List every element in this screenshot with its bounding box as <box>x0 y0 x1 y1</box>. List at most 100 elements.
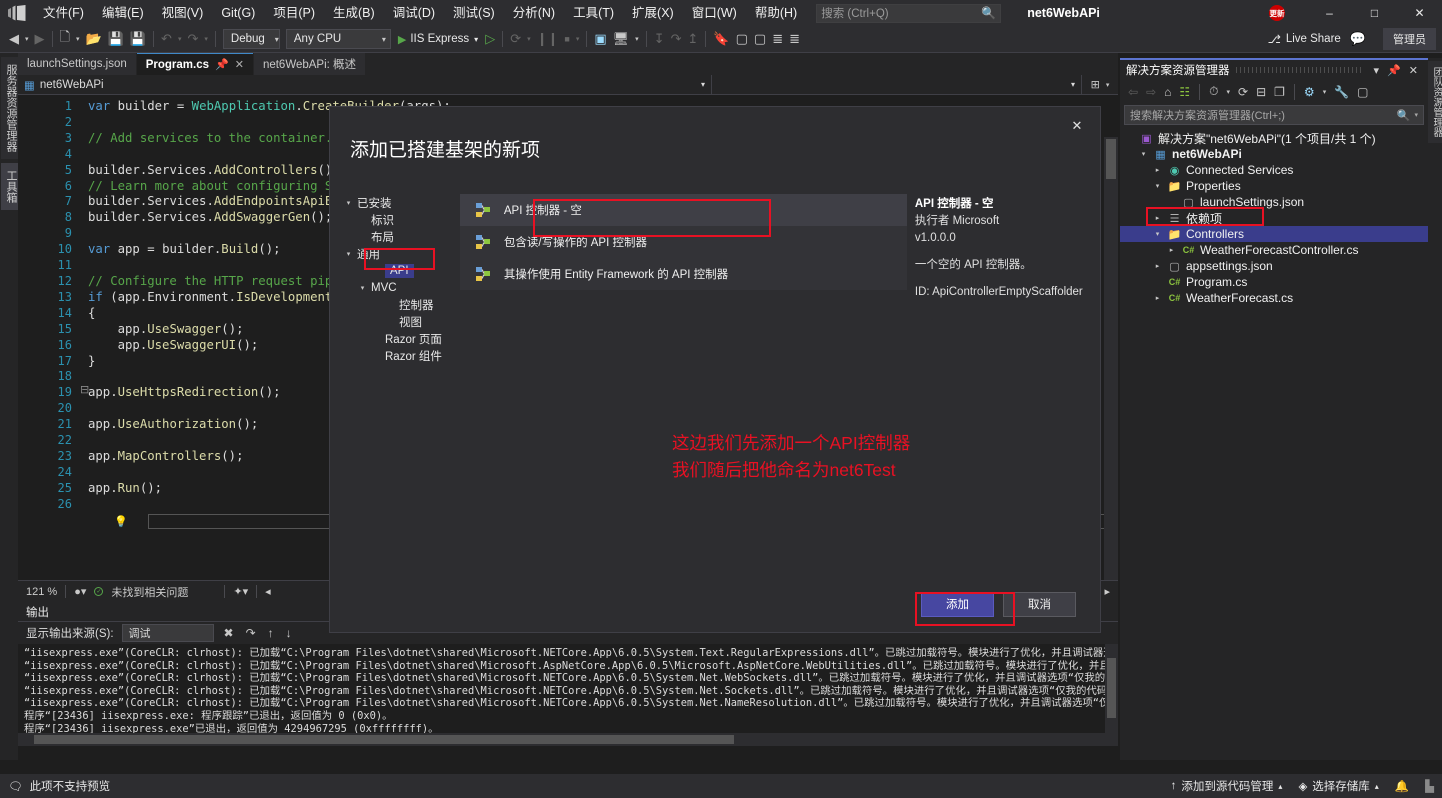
editor-tab-overview[interactable]: net6WebAPi: 概述 <box>253 53 366 75</box>
expander-icon[interactable]: ▾ <box>1138 150 1149 158</box>
split-editor-icon[interactable]: ⊞ <box>1091 78 1100 91</box>
tree-node-controllers[interactable]: ▾ 📁 Controllers <box>1120 226 1428 242</box>
expander-icon[interactable]: ▾ <box>344 250 353 258</box>
home-icon[interactable]: ⌂ <box>1161 84 1174 100</box>
close-button[interactable]: ✕ <box>1397 0 1442 26</box>
scrollbar-thumb[interactable] <box>1107 658 1116 718</box>
pin-icon[interactable]: 📌 <box>215 58 229 71</box>
platform-selector[interactable]: Any CPU ▾ <box>285 29 391 49</box>
sidebar-tab-team-explorer[interactable]: 团队资源管理器 <box>1428 61 1442 143</box>
tree-node-weatherforecastcontroller-cs[interactable]: ▸ C# WeatherForecastController.cs <box>1120 242 1428 258</box>
expander-icon[interactable]: ▸ <box>1152 214 1163 222</box>
editor-tab-launchsettings[interactable]: launchSettings.json <box>18 53 136 75</box>
go-to-next-message-icon[interactable]: ↓ <box>284 626 294 640</box>
split-dropdown-icon[interactable]: ▾ <box>1106 81 1110 89</box>
scaffold-template-list[interactable]: API 控制器 - 空包含读/写操作的 API 控制器 其操作使用 Entity … <box>459 194 907 290</box>
dialog-category--[interactable]: 视图 <box>344 313 442 330</box>
dialog-category-razor-[interactable]: Razor 组件 <box>344 347 442 364</box>
expander-icon[interactable]: ▸ <box>1166 246 1177 254</box>
zoom-level[interactable]: 121 % <box>26 586 57 598</box>
search-input[interactable]: 搜索 (Ctrl+Q) 🔍 <box>816 3 1002 23</box>
tree-node-launchsettings-json[interactable]: ▢ launchSettings.json <box>1120 194 1428 210</box>
go-to-message-icon[interactable]: ↑ <box>266 626 276 640</box>
tree-node-program-cs[interactable]: C# Program.cs <box>1120 274 1428 290</box>
fold-icon[interactable]: ⊟ <box>80 383 89 396</box>
collapse-all-icon[interactable]: ⊟ <box>1253 84 1269 100</box>
issues-nav-icon[interactable]: ●▾ <box>74 585 86 598</box>
solution-explorer-search[interactable]: 搜索解决方案资源管理器(Ctrl+;) 🔍 ▾ <box>1124 105 1424 125</box>
view-code-dropdown-icon[interactable]: ▾ <box>1320 87 1330 97</box>
scrollbar-thumb[interactable] <box>34 735 734 744</box>
expander-icon[interactable]: ▸ <box>1152 262 1163 270</box>
expander-icon[interactable]: ▸ <box>1152 294 1163 302</box>
editor-vertical-scrollbar[interactable]: ▾ <box>1104 137 1118 580</box>
panel-menu-icon[interactable]: ▾ <box>1370 64 1384 77</box>
dialog-category-api[interactable]: API <box>344 262 442 279</box>
solution-tree[interactable]: ▣ 解决方案"net6WebAPi"(1 个项目/共 1 个) ▾ ▦ net6WebA… <box>1120 127 1428 306</box>
output-text[interactable]: “iisexpress.exe”(CoreCLR: clrhost): 已加载“… <box>18 644 1118 744</box>
dialog-category--[interactable]: 布局 <box>344 228 442 245</box>
back-navigate-icon[interactable]: ◀ <box>6 28 22 50</box>
menu-item-test[interactable]: 测试(S) <box>444 1 504 25</box>
menu-item-analyze[interactable]: 分析(N) <box>504 1 564 25</box>
tree-node--[interactable]: ▸ ☰ 依赖项 <box>1120 210 1428 226</box>
dialog-category--[interactable]: ▾ 通用 <box>344 245 442 262</box>
select-repository-button[interactable]: ◈ 选择存储库 ▴ <box>1298 778 1378 794</box>
back-dropdown-icon[interactable]: ▾ <box>22 28 32 50</box>
view-code-icon[interactable]: ⚙ <box>1301 84 1318 100</box>
filter-dropdown-icon[interactable]: ▾ <box>1224 87 1234 97</box>
menu-item-project[interactable]: 项目(P) <box>264 1 324 25</box>
device-dropdown-icon[interactable]: ▾ <box>632 28 642 50</box>
notifications-button[interactable]: 🔔 <box>1395 779 1409 793</box>
output-source-selector[interactable]: 调试 <box>121 624 214 642</box>
new-project-icon[interactable]: 🗋 <box>57 28 73 50</box>
open-file-icon[interactable]: 📂 <box>82 28 104 50</box>
dialog-close-button[interactable]: ✕ <box>1064 115 1090 137</box>
cancel-button[interactable]: 取消 <box>1003 591 1076 617</box>
refresh-icon[interactable]: ⟳ <box>1235 84 1251 100</box>
uncomment-icon[interactable]: ▢ <box>751 28 769 50</box>
breakpoint-gutter[interactable] <box>18 95 36 580</box>
scaffold-template-item[interactable]: 包含读/写操作的 API 控制器 <box>460 226 907 258</box>
member-selector[interactable]: ▾ <box>712 74 1082 95</box>
menu-item-tools[interactable]: 工具(T) <box>564 1 623 25</box>
update-notification-badge[interactable]: 更新 <box>1269 5 1285 21</box>
dialog-category-razor-[interactable]: Razor 页面 <box>344 330 442 347</box>
editor-tab-program-cs[interactable]: Program.cs 📌 ✕ <box>136 53 253 75</box>
solution-view-icon[interactable]: ☷ <box>1176 84 1193 100</box>
menu-item-window[interactable]: 窗口(W) <box>683 1 746 25</box>
clear-output-icon[interactable]: ✖ <box>222 626 236 640</box>
expander-icon[interactable]: ▾ <box>358 284 367 292</box>
feedback-icon[interactable]: 💬 <box>1347 28 1369 50</box>
output-vertical-scrollbar[interactable] <box>1105 644 1118 744</box>
chevron-down-icon[interactable]: ▾ <box>1414 111 1418 119</box>
live-share-button[interactable]: ⎇ Live Share <box>1262 32 1347 46</box>
menu-item-help[interactable]: 帮助(H) <box>746 1 806 25</box>
minimize-button[interactable]: – <box>1307 0 1352 26</box>
show-all-files-icon[interactable]: ❐ <box>1271 84 1288 100</box>
menu-item-edit[interactable]: 编辑(E) <box>93 1 153 25</box>
add-to-source-control-button[interactable]: ↑ 添加到源代码管理 ▴ <box>1171 778 1283 794</box>
expander-icon[interactable]: ▾ <box>1152 182 1163 190</box>
tree-node-properties[interactable]: ▾ 📁 Properties <box>1120 178 1428 194</box>
device-icon[interactable]: 🖥 <box>610 28 633 50</box>
indent-icon[interactable]: ≣ <box>769 28 786 50</box>
tree-node-connected-services[interactable]: ▸ ◉ Connected Services <box>1120 162 1428 178</box>
tree-node--net6webapi-1-1-[interactable]: ▣ 解决方案"net6WebAPi"(1 个项目/共 1 个) <box>1120 130 1428 146</box>
lightbulb-icon[interactable]: 💡 <box>114 515 128 528</box>
bookmark-icon[interactable]: 🔖 <box>710 28 732 50</box>
close-icon[interactable]: ✕ <box>1405 64 1422 77</box>
dialog-category--[interactable]: 标识 <box>344 211 442 228</box>
tree-node-net6webapi[interactable]: ▾ ▦ net6WebAPi <box>1120 146 1428 162</box>
pending-changes-filter-icon[interactable]: ⏱ <box>1206 83 1221 100</box>
configuration-selector[interactable]: Debug ▾ <box>222 29 280 49</box>
resize-grip-icon[interactable]: ▙ <box>1425 779 1434 793</box>
output-horizontal-scrollbar[interactable] <box>18 733 1118 746</box>
drag-handle[interactable] <box>1235 67 1364 73</box>
scaffold-template-item[interactable]: API 控制器 - 空 <box>459 194 907 226</box>
close-icon[interactable]: ✕ <box>235 58 244 71</box>
scaffold-template-item[interactable]: 其操作使用 Entity Framework 的 API 控制器 <box>460 258 907 290</box>
expander-icon[interactable]: ▾ <box>1152 230 1163 238</box>
expander-icon[interactable]: ▾ <box>344 199 353 207</box>
new-project-dropdown-icon[interactable]: ▾ <box>73 28 83 50</box>
